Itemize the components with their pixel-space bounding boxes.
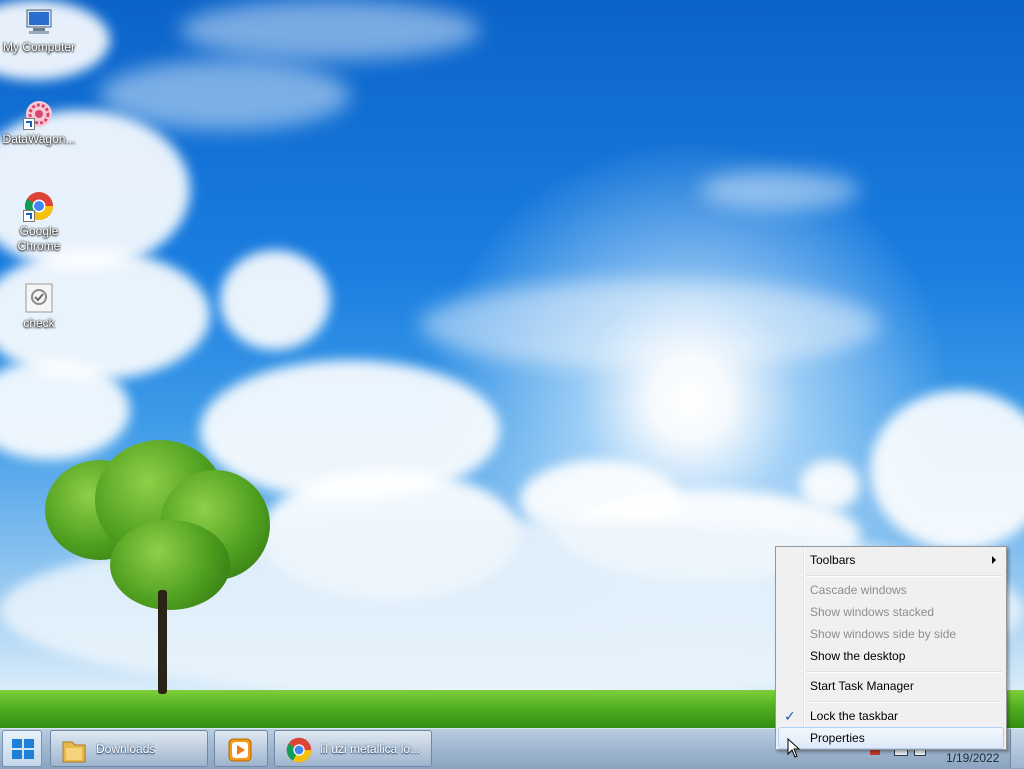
chrome-icon [23, 190, 55, 222]
menu-separator [806, 701, 1002, 703]
menu-item-properties[interactable]: Properties [778, 727, 1004, 749]
media-player-icon [228, 738, 252, 762]
menu-item-label: Lock the taskbar [810, 709, 899, 723]
menu-item-show-the-desktop[interactable]: Show the desktop [778, 645, 1004, 667]
menu-item-label: Properties [810, 731, 865, 745]
shortcut-arrow-icon [23, 210, 35, 222]
show-desktop-button[interactable] [1010, 729, 1024, 768]
taskbar-button-chrome[interactable]: lil uzi metallica lo... [274, 730, 432, 767]
desktop-icon-label: DataWagon... [2, 132, 76, 146]
taskbar-button-label: Downloads [96, 742, 156, 756]
menu-item-label: Toolbars [810, 553, 856, 567]
desktop-icon-check[interactable]: check [0, 282, 78, 331]
shortcut-arrow-icon [23, 118, 35, 130]
menu-item-label: Show the desktop [810, 649, 906, 663]
datawagon-icon [23, 98, 55, 130]
taskbar-button-label: lil uzi metallica lo... [320, 742, 421, 756]
clock-date[interactable]: 1/19/2022 [946, 751, 999, 765]
desktop-icon-datawagon[interactable]: DataWagon... [0, 98, 78, 147]
submenu-arrow-icon [992, 556, 996, 564]
menu-item-show-windows-stacked: Show windows stacked [778, 601, 1004, 623]
start-button[interactable] [2, 730, 42, 767]
menu-separator [806, 671, 1002, 673]
menu-item-label: Show windows side by side [810, 627, 957, 641]
chrome-icon [286, 737, 312, 763]
desktop-icon-label: My Computer [2, 40, 76, 54]
taskbar-button-downloads[interactable]: Downloads [50, 730, 208, 767]
menu-separator [806, 575, 1002, 577]
menu-item-toolbars[interactable]: Toolbars [778, 549, 1004, 571]
computer-icon [23, 6, 55, 38]
menu-item-label: Start Task Manager [810, 679, 914, 693]
menu-item-cascade-windows: Cascade windows [778, 579, 1004, 601]
menu-item-show-windows-side-by-side: Show windows side by side [778, 623, 1004, 645]
windows-logo-icon [12, 739, 34, 759]
menu-item-label: Show windows stacked [810, 605, 935, 619]
taskbar-context-menu: Toolbars Cascade windows Show windows st… [775, 546, 1007, 750]
desktop-icon-label: Google Chrome [17, 224, 61, 253]
folder-icon [62, 741, 86, 763]
menu-item-lock-the-taskbar[interactable]: ✓ Lock the taskbar [778, 705, 1004, 727]
desktop-icon-label: check [23, 316, 55, 330]
menu-item-label: Cascade windows [810, 583, 907, 597]
mouse-cursor-icon [787, 738, 801, 758]
menu-item-start-task-manager[interactable]: Start Task Manager [778, 675, 1004, 697]
taskbar-button-media-player[interactable] [214, 730, 268, 767]
check-file-icon [23, 282, 55, 314]
checkmark-icon: ✓ [784, 708, 796, 724]
desktop-icon-google-chrome[interactable]: Google Chrome [0, 190, 78, 254]
desktop-icon-my-computer[interactable]: My Computer [0, 6, 78, 55]
